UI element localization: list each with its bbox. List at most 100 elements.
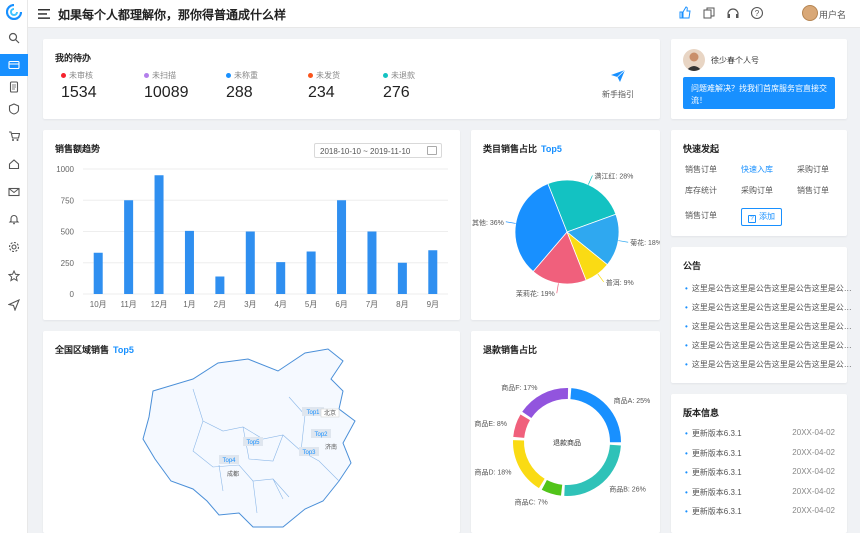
sidebar-item-send[interactable] xyxy=(0,294,28,316)
quick-link[interactable]: 库存统计 xyxy=(685,185,717,196)
bar[interactable] xyxy=(428,250,438,294)
bar[interactable] xyxy=(245,231,255,295)
notice-item[interactable]: 这里是公告这里是公告这里是公告这里是公… xyxy=(685,302,852,313)
sidebar-item-bell[interactable] xyxy=(0,208,28,230)
version-label: 更新版本6.3.1 xyxy=(691,448,742,458)
donut-label: 商品E: 8% xyxy=(474,419,507,428)
pie-label: 满江红: 28% xyxy=(594,171,633,180)
sidebar-item-star[interactable] xyxy=(0,265,28,287)
todo-item[interactable]: 未审核 1534 xyxy=(61,70,97,102)
headset-icon[interactable] xyxy=(726,6,740,20)
version-item[interactable]: 更新版本6.3.1 20XX-04-02 xyxy=(685,428,835,439)
sidebar-item-search[interactable] xyxy=(0,27,28,49)
username[interactable]: 用户名 xyxy=(819,8,846,21)
donut-slice[interactable] xyxy=(513,414,530,438)
settings-icon xyxy=(8,241,20,253)
bar[interactable] xyxy=(276,262,286,294)
quick-launch-card: 快速发起 销售订单 快速入库 采购订单 库存统计 采购订单 销售订单 销售订单? 添加 xyxy=(671,130,847,236)
donut-label: 商品D: 18% xyxy=(474,467,511,476)
quick-link[interactable]: 销售订单 xyxy=(797,185,829,196)
help-icon[interactable]: ? xyxy=(750,6,764,20)
bar[interactable] xyxy=(154,175,164,294)
todo-label: 未称重 xyxy=(226,70,258,81)
version-item[interactable]: 更新版本6.3.1 20XX-04-02 xyxy=(685,506,835,517)
todo-item[interactable]: 未称重 288 xyxy=(226,70,258,102)
y-tick-label: 500 xyxy=(61,228,75,237)
todo-count: 1534 xyxy=(61,84,97,101)
bar[interactable] xyxy=(397,262,407,294)
bar[interactable] xyxy=(184,230,194,294)
notice-item[interactable]: 这里是公告这里是公告这里是公告这里是公… xyxy=(685,359,852,370)
notice-item[interactable]: 这里是公告这里是公告这里是公告这里是公… xyxy=(685,283,852,294)
quick-link[interactable]: 快速入库 xyxy=(741,164,773,175)
x-tick-label: 1月 xyxy=(183,300,195,309)
china-map[interactable]: Top1 北京 Top2 Top3 Top4 Top5 成都 济南 xyxy=(43,331,460,533)
todo-count: 288 xyxy=(226,84,253,101)
guide-button[interactable]: 新手指引 xyxy=(602,69,634,100)
document-icon xyxy=(9,81,19,93)
star-icon xyxy=(8,270,20,282)
pie-label: 菊花: 18% xyxy=(630,238,660,247)
quick-link[interactable]: 销售订单 xyxy=(685,164,717,175)
contact-service-button[interactable]: 问题难解决？找我们首席服务官直接交流！ xyxy=(683,77,835,109)
map-label-top1: Top1 xyxy=(306,410,320,416)
mail-icon xyxy=(8,187,20,197)
sidebar-item-home[interactable] xyxy=(0,153,28,175)
todo-item[interactable]: 未扫描 10089 xyxy=(144,70,189,102)
version-item[interactable]: 更新版本6.3.1 20XX-04-02 xyxy=(685,487,835,498)
y-tick-label: 0 xyxy=(70,290,75,299)
user-avatar[interactable] xyxy=(802,5,818,21)
donut-slice[interactable] xyxy=(541,480,563,496)
app-logo[interactable] xyxy=(6,4,22,20)
x-tick-label: 2月 xyxy=(214,300,226,309)
leader-line xyxy=(618,240,629,243)
cart-icon xyxy=(9,131,20,141)
notice-item[interactable]: 这里是公告这里是公告这里是公告这里是公… xyxy=(685,340,852,351)
bar[interactable] xyxy=(93,252,103,294)
quick-link[interactable]: 销售订单 xyxy=(685,210,717,221)
home-icon xyxy=(8,159,20,170)
send-icon xyxy=(8,299,20,311)
donut-label: 商品C: 7% xyxy=(515,497,548,506)
sidebar-item-mail[interactable] xyxy=(0,181,28,203)
status-dot xyxy=(144,73,149,78)
sidebar-item-shield[interactable] xyxy=(0,98,28,120)
sidebar-item-cart[interactable] xyxy=(0,125,28,147)
todo-count: 276 xyxy=(383,84,410,101)
page-title: 如果每个人都理解你，那你得普通成什么样 xyxy=(58,8,287,22)
notice-item[interactable]: 这里是公告这里是公告这里是公告这里是公… xyxy=(685,321,852,332)
thumbs-up-icon[interactable] xyxy=(678,6,692,20)
pie-label: 其他: 36% xyxy=(472,218,504,227)
add-quick-link-button[interactable]: ? 添加 xyxy=(741,208,782,226)
notice-card: 公告 这里是公告这里是公告这里是公告这里是公… 这里是公告这里是公告这里是公告这里… xyxy=(671,247,852,383)
menu-toggle-icon[interactable] xyxy=(38,8,50,20)
donut-slice[interactable] xyxy=(513,440,545,489)
bar[interactable] xyxy=(124,200,134,294)
todo-item[interactable]: 未发货 234 xyxy=(308,70,340,102)
sidebar-item-document[interactable] xyxy=(0,76,28,98)
bar[interactable] xyxy=(337,200,347,294)
version-label: 更新版本6.3.1 xyxy=(691,468,742,477)
add-icon: ? xyxy=(748,215,756,223)
version-label: 更新版本6.3.1 xyxy=(691,487,742,497)
version-item[interactable]: 更新版本6.3.1 20XX-04-02 xyxy=(685,448,835,459)
bar[interactable] xyxy=(306,251,316,295)
bar[interactable] xyxy=(215,276,225,295)
version-title: 版本信息 xyxy=(683,408,720,418)
profile-name: 徐少春个人号 xyxy=(711,56,759,65)
x-tick-label: 12月 xyxy=(151,300,168,309)
copy-icon[interactable] xyxy=(702,6,716,20)
bar[interactable] xyxy=(367,231,377,295)
todo-item[interactable]: 未退款 276 xyxy=(383,70,415,102)
donut-slice[interactable] xyxy=(522,388,569,418)
map-label-top5: Top5 xyxy=(246,440,260,446)
sidebar-item-settings[interactable] xyxy=(0,236,28,258)
x-tick-label: 9月 xyxy=(427,300,439,309)
status-dot xyxy=(61,73,66,78)
donut-slice[interactable] xyxy=(570,388,621,443)
quick-link[interactable]: 采购订单 xyxy=(741,185,773,196)
sidebar-item-card[interactable] xyxy=(0,54,28,76)
version-date: 20XX-04-02 xyxy=(792,447,835,457)
version-item[interactable]: 更新版本6.3.1 20XX-04-02 xyxy=(685,467,835,478)
quick-link[interactable]: 采购订单 xyxy=(797,164,829,175)
